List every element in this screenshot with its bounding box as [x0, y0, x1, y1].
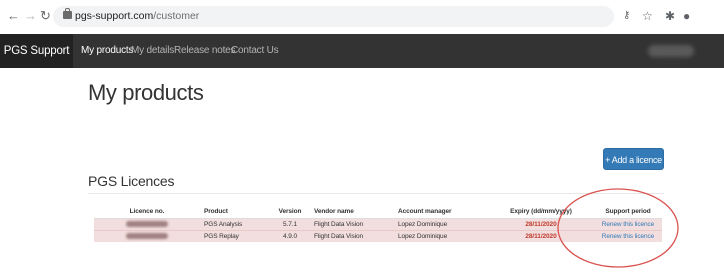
back-arrow-icon[interactable]: ← — [7, 9, 20, 23]
annotation-ellipse — [557, 188, 679, 268]
vendor-cell: Flight Data Vision — [310, 218, 394, 231]
manager-cell: Lopez Dominique — [394, 218, 488, 231]
url-host: pgs-support.com — [75, 10, 154, 22]
col-vendor: Vendor name — [310, 205, 394, 219]
nav-my-products[interactable]: My products — [81, 34, 133, 68]
version-cell: 5.7.1 — [270, 218, 310, 231]
page-title: My products — [88, 80, 204, 105]
section-title: PGS Licences — [88, 173, 175, 189]
redacted-licence-no — [126, 221, 168, 228]
nav-my-details[interactable]: My details — [131, 34, 174, 68]
puzzle-icon[interactable]: ✱ — [665, 9, 675, 23]
col-product: Product — [200, 205, 270, 219]
version-cell: 4.9.0 — [270, 230, 310, 242]
nav-contact-us[interactable]: Contact Us — [231, 34, 279, 68]
brand-link[interactable]: PGS Support — [0, 34, 73, 68]
redacted-licence-no — [126, 233, 168, 240]
browser-toolbar: ← → ↻ pgs-support.com/customer ⚷ ☆ ✱ ● — [0, 0, 724, 35]
user-menu[interactable] — [648, 45, 694, 57]
nav-release-notes[interactable]: Release notes — [174, 34, 236, 68]
url-path: /customer — [153, 10, 200, 22]
profile-icon[interactable]: ● — [683, 9, 690, 23]
lock-icon — [63, 8, 72, 19]
col-account-manager: Account manager — [394, 205, 488, 219]
licence-no-cell — [94, 218, 200, 231]
col-licence-no: Licence no. — [94, 205, 200, 219]
product-cell: PGS Analysis — [200, 218, 270, 231]
manager-cell: Lopez Dominique — [394, 230, 488, 242]
star-icon[interactable]: ☆ — [642, 9, 653, 23]
annotation-ellipse-stroke — [557, 188, 679, 268]
col-version: Version — [270, 205, 310, 219]
key-icon[interactable]: ⚷ — [623, 9, 630, 23]
vendor-cell: Flight Data Vision — [310, 230, 394, 242]
address-bar[interactable]: pgs-support.com/customer — [53, 6, 614, 27]
site-navbar: PGS Support My products My details Relea… — [0, 34, 724, 68]
url-text: pgs-support.com/customer — [75, 9, 199, 23]
licence-no-cell — [94, 230, 200, 242]
product-cell: PGS Replay — [200, 230, 270, 242]
forward-arrow-icon[interactable]: → — [24, 9, 37, 23]
add-licence-button[interactable]: + Add a licence — [603, 148, 664, 170]
reload-icon[interactable]: ↻ — [40, 9, 51, 23]
